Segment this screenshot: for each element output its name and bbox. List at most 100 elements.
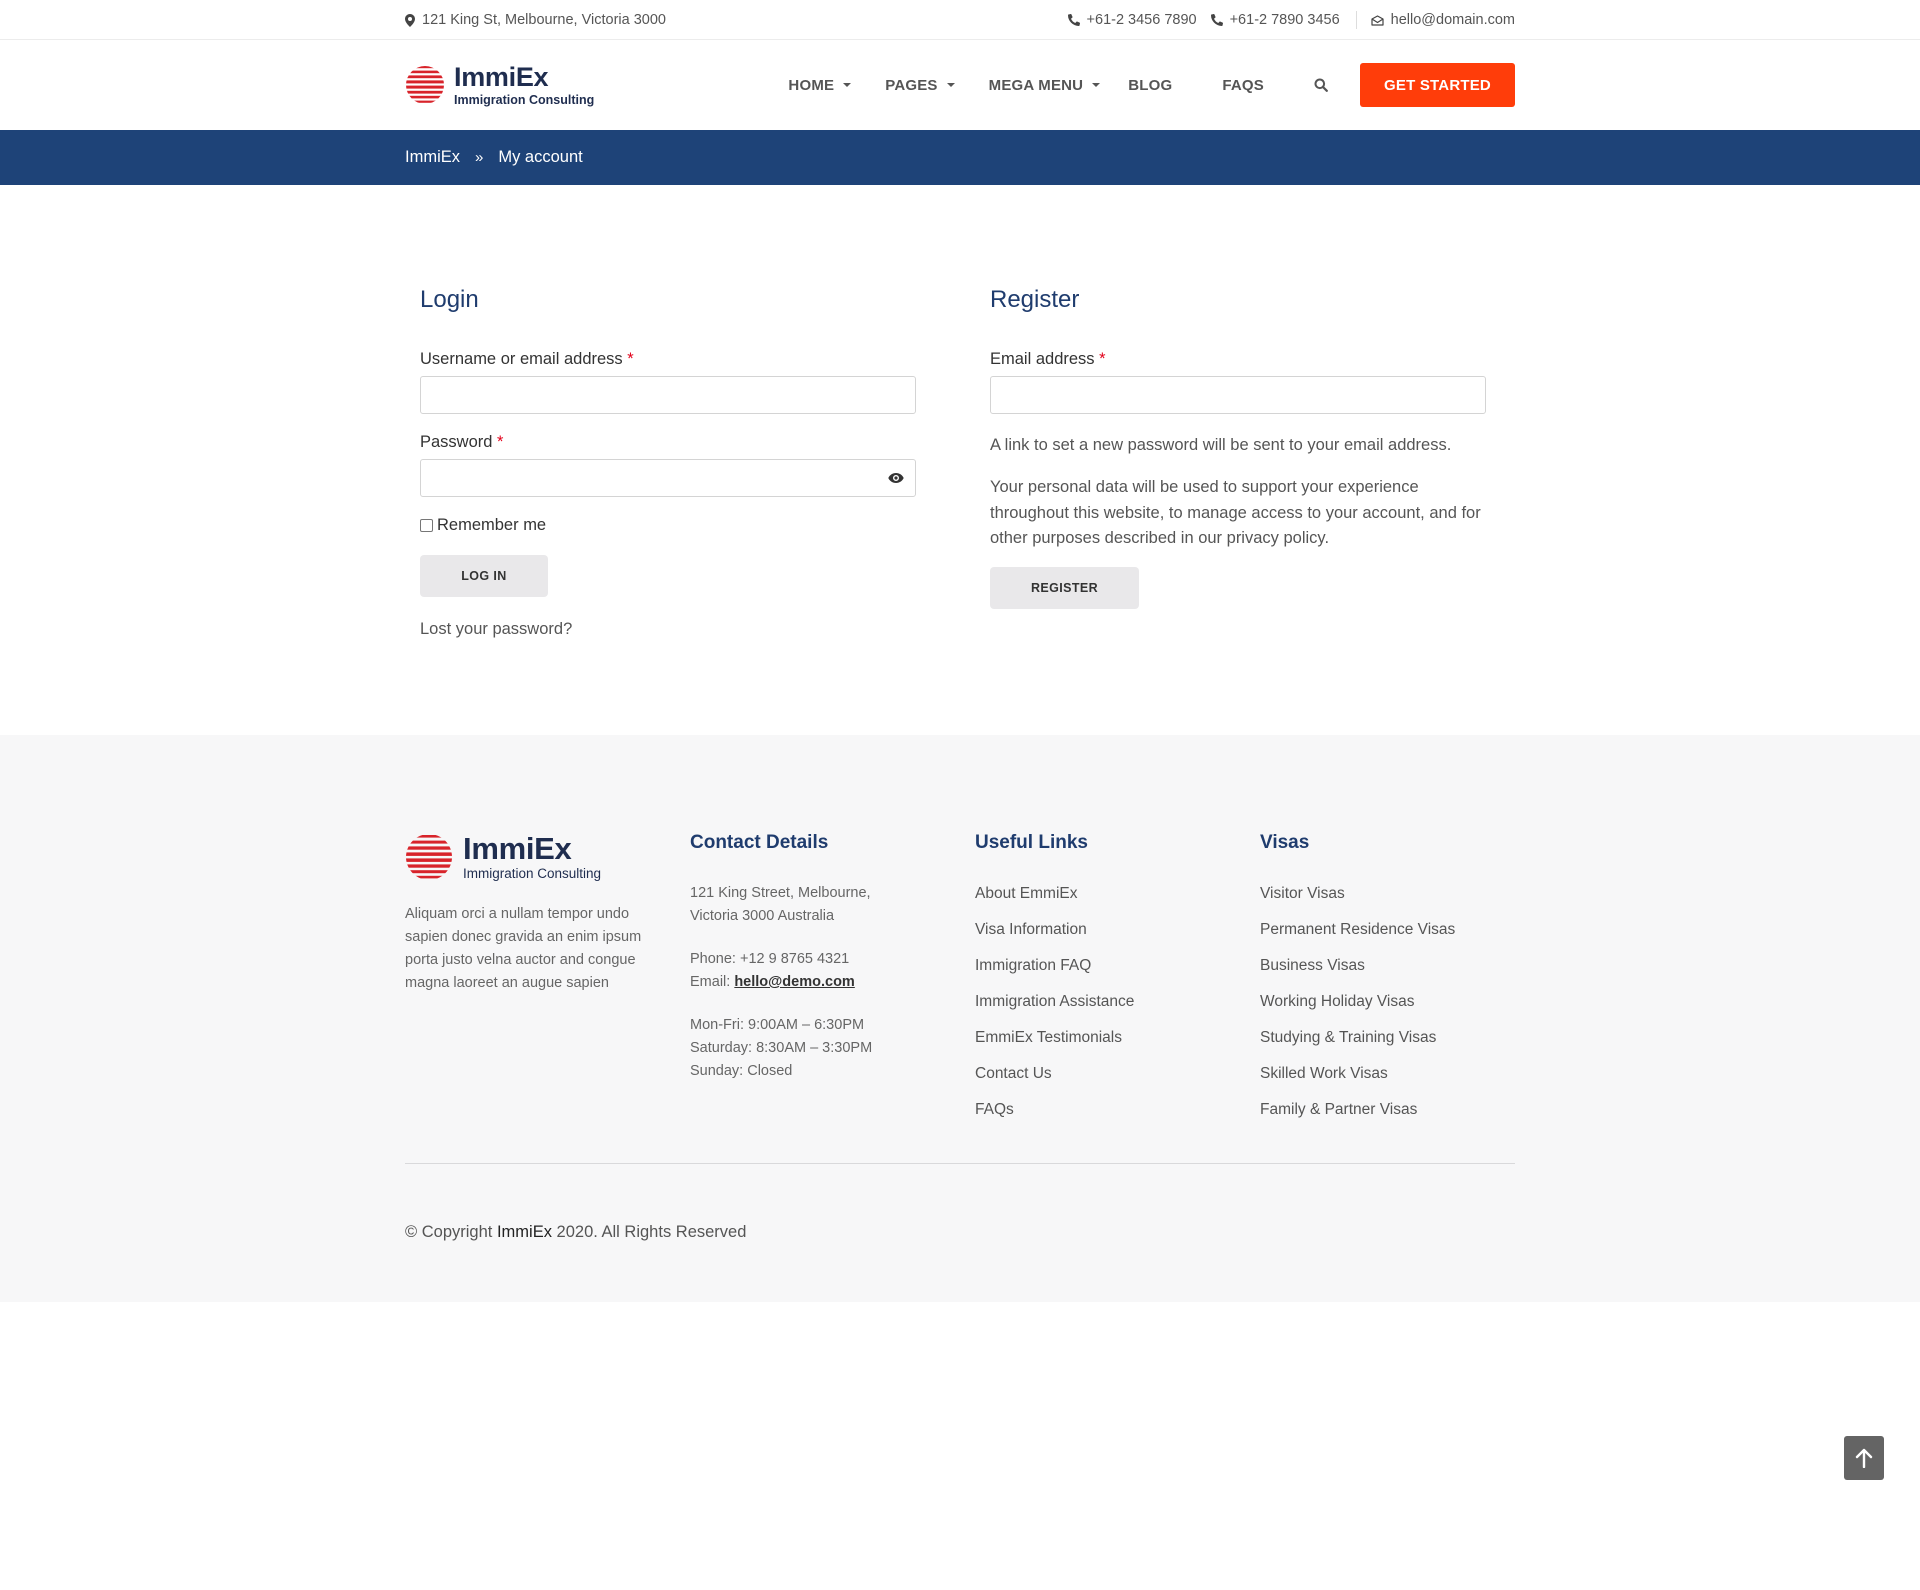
visas-title: Visas [1260,832,1310,853]
footer-logo-tagline: Immigration Consulting [463,866,602,882]
nav-faqs[interactable]: FAQS [1222,77,1264,94]
globe-logo-icon [406,66,444,103]
topbar-address: 121 King St, Melbourne, Victoria 3000 [405,12,666,28]
hours-sunday: Sunday: Closed [690,1063,793,1079]
password-input[interactable] [420,459,916,497]
footer-link-about[interactable]: About EmmiEx [975,885,1078,903]
topbar-address-text: 121 King St, Melbourne, Victoria 3000 [422,12,666,28]
contact-phone: Phone: +12 9 8765 4321 [690,951,850,967]
nav-home-label: HOME [788,76,835,94]
logo-tagline: Immigration Consulting [454,92,595,107]
footer-logo-name: ImmiEx [463,831,572,867]
nav-home[interactable]: HOME [788,76,852,94]
footer-logo[interactable]: ImmiEx Immigration Consulting [405,832,601,882]
copyright-suffix: 2020. All Rights Reserved [551,1223,747,1241]
logo-name: ImmiEx [454,61,549,92]
nav-pages[interactable]: PAGES [885,76,955,94]
footer-link-faqs[interactable]: FAQs [975,1101,1014,1119]
topbar-divider [1355,11,1357,29]
lost-password-link[interactable]: Lost your password? [420,620,572,639]
phone-icon [1067,14,1080,26]
nav-pages-label: PAGES [885,76,938,94]
copyright-brand-link[interactable]: ImmiEx [497,1223,552,1241]
contact-address: 121 King Street, Melbourne, Victoria 300… [690,882,871,928]
footer-link-contact-us[interactable]: Contact Us [975,1065,1052,1083]
contact-hours: Mon-Fri: 9:00AM – 6:30PM Saturday: 8:30A… [690,1014,872,1083]
topbar-phone-2[interactable]: +61-2 7890 3456 [1210,12,1340,28]
contact-email-link[interactable]: hello@demo.com [734,974,855,990]
username-input[interactable] [420,376,916,414]
map-pin-icon [405,13,415,27]
footer-link-testimonials[interactable]: EmmiEx Testimonials [975,1029,1122,1047]
top-bar: 121 King St, Melbourne, Victoria 3000 +6… [0,0,1920,40]
nav-mega-menu[interactable]: MEGA MENU [989,77,1101,94]
remember-me-checkbox[interactable] [420,519,433,532]
footer-link-family-partner-visas[interactable]: Family & Partner Visas [1260,1101,1417,1119]
password-label-text: Password [420,433,493,451]
privacy-text: Your personal data will be used to suppo… [990,478,1481,547]
footer-about-text: Aliquam orci a nullam tempor undo sapien… [405,906,642,991]
topbar-email-text: hello@domain.com [1390,12,1515,28]
breadcrumb-separator: » [475,149,484,166]
site-logo[interactable]: ImmiEx Immigration Consulting [405,63,594,107]
globe-logo-icon [406,835,452,879]
login-title: Login [420,286,479,313]
register-email-input[interactable] [990,376,1486,414]
footer-divider [405,1163,1515,1164]
contact-email-label: Email: [690,974,735,990]
search-icon[interactable] [1314,78,1328,92]
breadcrumb-bar: ImmiEx » My account [0,130,1920,185]
required-mark: * [1099,350,1106,368]
username-label-text: Username or email address [420,350,623,368]
get-started-button[interactable]: GET STARTED [1360,63,1515,107]
contact-address-line-2: Victoria 3000 Australia [690,908,835,924]
site-header: ImmiEx Immigration Consulting HOME PAGES… [0,40,1920,130]
back-to-top-button[interactable] [1844,1436,1884,1480]
footer-link-business-visas[interactable]: Business Visas [1260,957,1365,975]
required-mark: * [497,433,504,451]
register-title: Register [990,286,1080,313]
topbar-email[interactable]: hello@domain.com [1371,12,1515,28]
envelope-icon [1371,14,1384,26]
footer-link-studying-training-visas[interactable]: Studying & Training Visas [1260,1029,1436,1047]
footer-link-immigration-faq[interactable]: Immigration FAQ [975,957,1091,975]
nav-mega-menu-label: MEGA MENU [988,76,1084,94]
footer-link-skilled-work-visas[interactable]: Skilled Work Visas [1260,1065,1388,1083]
remember-me[interactable]: Remember me [420,516,546,535]
contact-address-line-1: 121 King Street, Melbourne, [690,885,871,901]
log-in-button[interactable]: LOG IN [420,555,548,597]
register-note: A link to set a new password will be sen… [990,436,1452,454]
caret-down-icon [843,83,852,87]
footer-link-visitor-visas[interactable]: Visitor Visas [1260,885,1345,903]
required-mark: * [627,350,634,368]
register-button[interactable]: REGISTER [990,567,1139,609]
caret-down-icon [946,83,955,87]
useful-links-title: Useful Links [975,832,1088,853]
contact-details-title: Contact Details [690,832,829,853]
footer-link-working-holiday-visas[interactable]: Working Holiday Visas [1260,993,1415,1011]
breadcrumb-home-link[interactable]: ImmiEx [405,148,460,167]
remember-me-label: Remember me [437,516,547,534]
nav-blog[interactable]: BLOG [1128,77,1172,94]
main-nav: HOME PAGES MEGA MENU BLOG FAQS GET START… [754,63,1515,107]
nav-faqs-label: FAQS [1222,76,1264,94]
footer-link-permanent-residence-visas[interactable]: Permanent Residence Visas [1260,921,1455,939]
topbar-phone-2-text: +61-2 7890 3456 [1229,12,1340,28]
register-email-label: Email address * [990,350,1106,369]
eye-icon[interactable] [888,473,904,483]
topbar-phone-1[interactable]: +61-2 3456 7890 [1067,12,1197,28]
hours-saturday: Saturday: 8:30AM – 3:30PM [690,1040,873,1056]
arrow-up-icon [1855,1448,1873,1468]
caret-down-icon [1092,83,1101,87]
username-label: Username or email address * [420,350,634,369]
footer-link-visa-information[interactable]: Visa Information [975,921,1087,939]
contact-phone-email: Phone: +12 9 8765 4321 Email: hello@demo… [690,948,855,994]
nav-blog-label: BLOG [1128,76,1173,94]
topbar-phone-1-text: +61-2 3456 7890 [1086,12,1197,28]
footer-link-immigration-assistance[interactable]: Immigration Assistance [975,993,1134,1011]
site-footer: ImmiEx Immigration Consulting Aliquam or… [0,735,1920,1302]
hours-weekdays: Mon-Fri: 9:00AM – 6:30PM [690,1017,865,1033]
phone-icon [1210,14,1223,26]
copyright-prefix: © Copyright [405,1223,497,1241]
password-label: Password * [420,433,503,452]
